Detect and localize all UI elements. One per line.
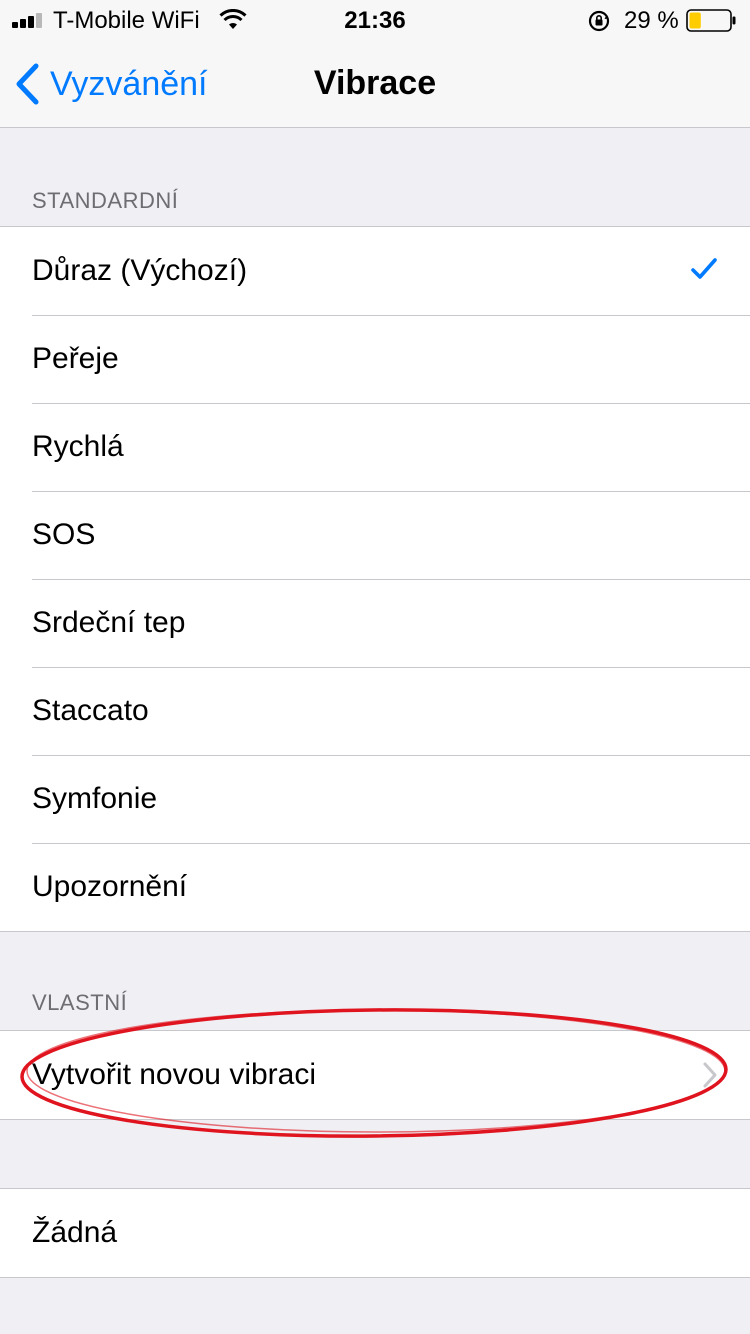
standard-vibrations-list: Důraz (Výchozí) Peřeje Rychlá SOS Srdečn… bbox=[0, 226, 750, 932]
list-item-label: Důraz (Výchozí) bbox=[32, 254, 248, 287]
list-item[interactable]: Symfonie bbox=[0, 755, 750, 843]
list-item-label: SOS bbox=[32, 518, 96, 551]
list-item-label: Staccato bbox=[32, 694, 149, 727]
list-item[interactable]: Rychlá bbox=[0, 403, 750, 491]
battery-level-fill bbox=[689, 12, 701, 29]
list-item-label: Peřeje bbox=[32, 342, 119, 375]
create-new-vibration-item[interactable]: Vytvořit novou vibraci bbox=[0, 1031, 750, 1119]
list-item-label: Symfonie bbox=[32, 782, 158, 815]
status-bar: T-Mobile WiFi 21:36 29 % bbox=[0, 0, 750, 40]
battery-percentage: 29 % bbox=[624, 7, 679, 34]
list-item[interactable]: Staccato bbox=[0, 667, 750, 755]
list-item[interactable]: Upozornění bbox=[0, 843, 750, 931]
page-title: Vibrace bbox=[313, 64, 437, 102]
vibration-settings-screen: T-Mobile WiFi 21:36 29 % Vyzvánění Vibra… bbox=[0, 0, 750, 1334]
section-header-standard: STANDARDNÍ bbox=[32, 188, 179, 213]
battery-icon bbox=[686, 9, 736, 32]
list-item-label: Vytvořit novou vibraci bbox=[32, 1058, 317, 1091]
list-item[interactable]: Peřeje bbox=[0, 315, 750, 403]
list-item[interactable]: SOS bbox=[0, 491, 750, 579]
section-header-custom: VLASTNÍ bbox=[32, 990, 128, 1015]
list-item-label: Rychlá bbox=[32, 430, 124, 463]
list-item[interactable]: Žádná bbox=[0, 1189, 750, 1277]
list-item-label: Srdeční tep bbox=[32, 606, 186, 639]
chevron-right-icon bbox=[703, 1062, 717, 1088]
navigation-bar: Vyzvánění Vibrace bbox=[0, 40, 750, 128]
none-vibration-list: Žádná bbox=[0, 1188, 750, 1278]
list-item-label: Žádná bbox=[32, 1216, 118, 1249]
custom-vibrations-list: Vytvořit novou vibraci bbox=[0, 1030, 750, 1120]
orientation-lock-icon bbox=[588, 10, 610, 32]
list-item[interactable]: Důraz (Výchozí) bbox=[0, 227, 750, 315]
list-item[interactable]: Srdeční tep bbox=[0, 579, 750, 667]
checkmark-icon bbox=[691, 258, 717, 279]
list-item-label: Upozornění bbox=[32, 870, 188, 903]
